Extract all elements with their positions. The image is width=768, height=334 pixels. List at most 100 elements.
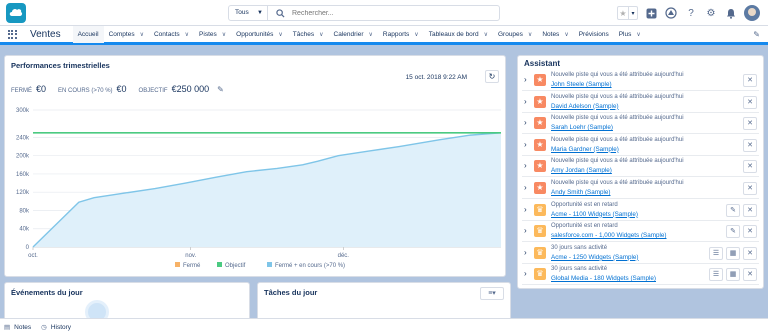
assistant-item-text: Nouvelle piste qui vous a été attribuée … [551, 72, 684, 78]
nav-tab-10[interactable]: Notes ∨ [537, 26, 573, 42]
app-launcher-icon[interactable] [0, 26, 24, 42]
nav-tab-1[interactable]: Comptes ∨ [104, 26, 149, 42]
dismiss-button[interactable]: ✕ [743, 225, 757, 239]
search-input[interactable] [292, 8, 492, 18]
y-tick-label: 160k [16, 172, 30, 178]
chevron-down-icon[interactable]: ∨ [140, 31, 144, 38]
edit-nav-pencil-icon[interactable]: ✎ [753, 30, 760, 39]
assistant-item-link[interactable]: Acme - 1100 Widgets (Sample) [551, 211, 638, 218]
dismiss-button[interactable]: ✕ [743, 74, 757, 87]
assistant-item-link[interactable]: Global Media - 180 Widgets (Sample) [551, 275, 656, 282]
trailhead-icon[interactable] [664, 6, 678, 20]
dismiss-button[interactable]: ✕ [743, 95, 757, 109]
nav-tab-12[interactable]: Plus ∨ [614, 26, 646, 42]
dismiss-button[interactable]: ✕ [743, 182, 757, 195]
dismiss-button[interactable]: ✕ [743, 138, 757, 152]
y-tick-label: 240k [16, 135, 30, 141]
y-tick-label: 80k [19, 208, 30, 214]
new-task-button[interactable]: ☰ [709, 268, 723, 282]
assistant-item-link[interactable]: Andy Smith (Sample) [551, 189, 611, 196]
assistant-item: › ★ Nouvelle piste qui vous a été attribué… [522, 136, 759, 156]
edit-button[interactable]: ✎ [726, 203, 740, 217]
assistant-card: Assistant › ★ Nouvelle piste qui vous a ét… [517, 55, 764, 289]
legend-swatch [175, 262, 180, 267]
nav-tab-6[interactable]: Calendrier ∨ [329, 26, 378, 42]
chevron-down-icon[interactable]: ∨ [564, 31, 568, 38]
chevron-down-icon[interactable]: ∨ [369, 31, 373, 38]
events-today-card: Événements du jour [4, 282, 250, 324]
chevron-right-icon[interactable]: › [524, 118, 527, 127]
notes-utility[interactable]: ▤ Notes [4, 323, 31, 331]
nav-items: Accueil Comptes ∨ Contacts ∨ Pistes ∨ Opportuni… [72, 26, 646, 45]
nav-tab-11[interactable]: Prévisions [574, 26, 614, 42]
nav-tab-2[interactable]: Contacts ∨ [149, 26, 194, 42]
assistant-item-link[interactable]: John Steele (Sample) [551, 81, 612, 88]
nav-tab-9[interactable]: Groupes ∨ [493, 26, 537, 42]
salesforce-logo[interactable] [6, 3, 26, 23]
lead-icon: ★ [534, 138, 546, 151]
chevron-down-icon[interactable]: ∨ [278, 31, 282, 38]
user-avatar[interactable] [744, 5, 760, 21]
assistant-item-link[interactable]: Maria Gardner (Sample) [551, 146, 619, 153]
assistant-item: › ★ Nouvelle piste qui vous a été attribué… [522, 157, 759, 178]
chevron-down-icon[interactable]: ∨ [484, 31, 488, 38]
assistant-item-link[interactable]: Sarah Loehr (Sample) [551, 124, 613, 131]
chevron-down-icon[interactable]: ∨ [636, 31, 640, 38]
chevron-right-icon[interactable]: › [524, 183, 527, 192]
help-icon[interactable]: ? [684, 6, 698, 20]
assistant-item-link[interactable]: salesforce.com - 1,000 Widgets (Sample) [551, 232, 667, 239]
x-tick-label: nov. [185, 253, 196, 259]
chevron-right-icon[interactable]: › [524, 269, 527, 278]
new-event-button[interactable]: ▦ [726, 268, 740, 282]
refresh-button[interactable]: ↻ [485, 70, 499, 83]
chevron-right-icon[interactable]: › [524, 226, 527, 235]
nav-tab-3[interactable]: Pistes ∨ [194, 26, 231, 42]
dismiss-button[interactable]: ✕ [743, 203, 757, 217]
nav-tab-0[interactable]: Accueil [72, 26, 104, 45]
chevron-down-icon[interactable]: ∨ [222, 31, 226, 38]
chevron-down-icon[interactable]: ∨ [319, 31, 323, 38]
dismiss-button[interactable]: ✕ [743, 117, 757, 131]
task-filter-dropdown[interactable]: ≡▾ [480, 287, 504, 300]
chevron-right-icon[interactable]: › [524, 205, 527, 214]
assistant-item-link[interactable]: David Adelson (Sample) [551, 103, 619, 110]
app-navigation: Ventes Accueil Comptes ∨ Contacts ∨ Pistes ∨ Op… [0, 26, 768, 45]
notifications-bell-icon[interactable] [724, 6, 738, 20]
global-header: Tous ▼ ★ ▾ ? ⚙ [0, 0, 768, 26]
dismiss-button[interactable]: ✕ [743, 268, 757, 282]
dismiss-button[interactable]: ✕ [743, 160, 757, 174]
nav-tab-label: Contacts [153, 30, 180, 38]
edit-goal-pencil-icon[interactable]: ✎ [217, 85, 224, 94]
favorites-star-icon[interactable]: ★ [617, 6, 629, 20]
search-scope-select[interactable]: Tous ▼ [228, 5, 268, 21]
chevron-right-icon[interactable]: › [524, 75, 527, 84]
nav-tab-4[interactable]: Opportunités ∨ [231, 26, 288, 42]
new-task-button[interactable]: ☰ [709, 246, 723, 260]
assistant-item-link[interactable]: Amy Jordan (Sample) [551, 167, 612, 174]
chevron-down-icon[interactable]: ∨ [185, 31, 189, 38]
history-utility[interactable]: ◷ History [41, 323, 71, 331]
nav-tab-5[interactable]: Tâches ∨ [288, 26, 329, 42]
nav-tab-label: Notes [542, 30, 560, 38]
favorites-dropdown-icon[interactable]: ▾ [629, 6, 638, 20]
dismiss-button[interactable]: ✕ [743, 246, 757, 260]
nav-tab-7[interactable]: Rapports ∨ [378, 26, 424, 42]
notes-icon: ▤ [4, 323, 11, 331]
chevron-right-icon[interactable]: › [524, 248, 527, 257]
global-search[interactable] [267, 5, 500, 21]
closed-label: FERMÉ [11, 88, 32, 94]
y-tick-label: 200k [16, 154, 30, 160]
chevron-down-icon[interactable]: ∨ [414, 31, 418, 38]
chevron-right-icon[interactable]: › [524, 97, 527, 106]
add-icon[interactable] [644, 6, 658, 20]
setup-gear-icon[interactable]: ⚙ [704, 6, 718, 20]
new-event-button[interactable]: ▦ [726, 246, 740, 260]
assistant-item: › ★ Nouvelle piste qui vous a été attribué… [522, 114, 759, 135]
chevron-down-icon[interactable]: ∨ [528, 31, 532, 38]
chevron-right-icon[interactable]: › [524, 140, 527, 149]
edit-button[interactable]: ✎ [726, 225, 740, 239]
assistant-item: › ♛ 30 jours sans activité Global Media - 1… [522, 265, 759, 286]
chevron-right-icon[interactable]: › [524, 161, 527, 170]
nav-tab-8[interactable]: Tableaux de bord ∨ [424, 26, 493, 42]
assistant-item-link[interactable]: Acme - 1250 Widgets (Sample) [551, 254, 639, 261]
